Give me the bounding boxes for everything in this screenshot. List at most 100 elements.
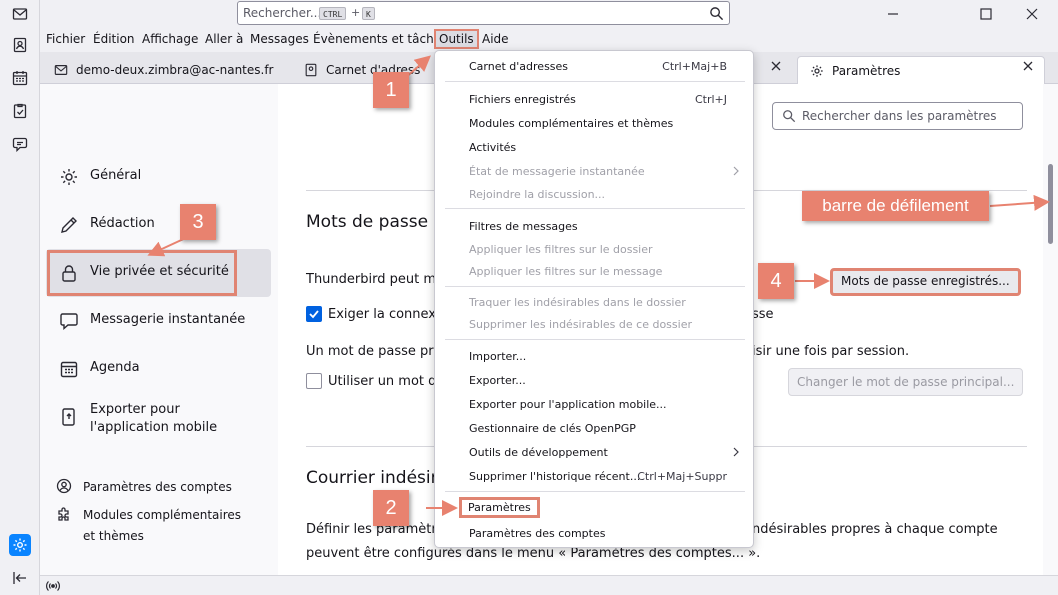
junk-description-2: peuvent être configurés dans le menu « P…: [306, 546, 761, 561]
kbd-ctrl: CTRL: [319, 7, 347, 20]
status-bar: [40, 575, 1058, 595]
calendar-icon[interactable]: [12, 70, 28, 86]
settings-search-input[interactable]: Rechercher dans les paramètres: [772, 102, 1023, 130]
sidebar-item-label: Modules complémentaires et thèmes: [83, 508, 242, 543]
kbd-k: K: [362, 7, 375, 20]
menu-item-import[interactable]: Importer...: [469, 350, 526, 363]
tab-settings-label: Paramètres: [832, 64, 901, 78]
global-search-input[interactable]: Rechercher... CTRL + K: [237, 1, 730, 25]
tab-mail-label: demo-deux.zimbra@ac-nantes.fr: [76, 63, 274, 77]
chat-icon[interactable]: [12, 136, 28, 152]
tab-settings[interactable]: Paramètres: [797, 56, 1045, 84]
menu-separator: [445, 208, 745, 209]
menu-separator: [445, 491, 745, 492]
menu-affichage[interactable]: Affichage: [140, 31, 200, 47]
menu-item-apply-filters-folder[interactable]: Appliquer les filtres sur le dossier: [469, 243, 653, 256]
menu-item-im-status[interactable]: État de messagerie instantanée: [469, 165, 645, 178]
scrollbar[interactable]: [1043, 84, 1058, 575]
passwords-heading: Mots de passe: [306, 212, 429, 232]
junk-heading: Courrier indésira: [306, 468, 449, 488]
menu-item-activities[interactable]: Activités: [469, 141, 516, 154]
menu-aide[interactable]: Aide: [480, 31, 511, 47]
sidebar-addons[interactable]: Modules complémentaires et thèmes: [56, 500, 271, 544]
sidebar-item-export-mobile[interactable]: Exporter pour l'application mobile: [46, 393, 271, 441]
step-badge-4: 4: [758, 263, 794, 299]
kbd-plus: +: [351, 6, 361, 19]
menu-item-devtools[interactable]: Outils de développement: [469, 446, 608, 459]
chevron-right-icon: [733, 166, 739, 176]
require-connection-checkbox[interactable]: [306, 306, 322, 322]
menu-outils[interactable]: Outils: [434, 29, 479, 49]
primary-password-description: Un mot de passe prin: [306, 344, 446, 359]
menu-item-address-book[interactable]: Carnet d'adresses: [469, 60, 568, 73]
menu-item-apply-filters-message[interactable]: Appliquer les filtres sur le message: [469, 265, 662, 278]
outils-menu: Carnet d'adresses Ctrl+Maj+B Fichiers en…: [434, 50, 754, 548]
menu-separator: [445, 339, 745, 340]
search-icon: [782, 109, 796, 123]
calendar-icon: [59, 359, 79, 379]
primary-password-description-end: isir une fois par session.: [752, 344, 910, 359]
menu-item-track-junk[interactable]: Traquer les indésirables dans le dossier: [469, 296, 686, 309]
menu-fichier[interactable]: Fichier: [44, 31, 87, 47]
address-book-icon: [304, 63, 318, 77]
step-badge-2: 2: [373, 490, 409, 526]
menu-shortcut: Ctrl+Maj+Suppr: [637, 470, 727, 483]
gear-icon: [59, 167, 79, 187]
account-icon: [56, 478, 72, 494]
menu-item-join-chat[interactable]: Rejoindre la discussion...: [469, 188, 605, 201]
sidebar-item-label: Exporter pour l'application mobile: [90, 402, 218, 435]
saved-passwords-button[interactable]: Mots de passe enregistrés...: [830, 268, 1021, 296]
menu-aller-a[interactable]: Aller à: [203, 31, 245, 47]
menu-item-clear-history[interactable]: Supprimer l'historique récent...: [469, 470, 640, 483]
menu-edition[interactable]: Édition: [91, 31, 137, 47]
settings-search-placeholder: Rechercher dans les paramètres: [802, 109, 997, 123]
menu-separator: [445, 81, 745, 82]
tab-mail[interactable]: demo-deux.zimbra@ac-nantes.fr: [42, 56, 282, 84]
close-tab-icon[interactable]: [1020, 58, 1036, 74]
close-window-icon[interactable]: [1022, 4, 1042, 24]
menu-item-message-filters[interactable]: Filtres de messages: [469, 220, 578, 233]
menu-separator: [445, 286, 745, 287]
sidebar-item-composition[interactable]: Rédaction: [46, 201, 271, 249]
menu-item-export-mobile[interactable]: Exporter pour l'application mobile...: [469, 398, 667, 411]
sidebar-item-label: Agenda: [90, 360, 140, 375]
menu-item-account-settings[interactable]: Paramètres des comptes: [469, 527, 605, 540]
menu-item-delete-junk[interactable]: Supprimer les indésirables de ce dossier: [469, 318, 692, 331]
tasks-icon[interactable]: [12, 103, 28, 119]
sidebar-item-calendar[interactable]: Agenda: [46, 345, 271, 393]
pencil-icon: [59, 215, 79, 235]
mail-icon[interactable]: [12, 6, 28, 22]
mail-icon: [54, 63, 68, 77]
menu-item-settings[interactable]: Paramètres: [459, 497, 540, 518]
menu-item-export[interactable]: Exporter...: [469, 374, 526, 387]
maximize-icon[interactable]: [976, 4, 996, 24]
sidebar-item-label: Général: [90, 168, 142, 183]
chevron-right-icon: [733, 447, 739, 457]
settings-space-gear-icon[interactable]: [9, 534, 31, 556]
menu-bar: Fichier Édition Affichage Aller à Messag…: [40, 28, 1058, 52]
menu-item-saved-files[interactable]: Fichiers enregistrés: [469, 93, 576, 106]
title-bar: Rechercher... CTRL + K: [40, 0, 1058, 28]
require-connection-label-end: sse: [752, 307, 774, 322]
online-status-icon[interactable]: [46, 579, 60, 593]
require-connection-label: Exiger la connexio: [328, 307, 448, 322]
menu-evenements[interactable]: Évènements et tâches: [311, 31, 449, 47]
change-primary-password-button[interactable]: Changer le mot de passe principal...: [788, 368, 1024, 396]
sidebar-item-general[interactable]: Général: [46, 153, 271, 201]
sidebar-item-chat[interactable]: Messagerie instantanée: [46, 297, 271, 345]
junk-description-end: ndésirables propres à chaque compte: [752, 522, 998, 537]
sidebar-item-label: Rédaction: [90, 216, 155, 231]
collapse-spaces-icon[interactable]: [12, 570, 28, 586]
menu-item-addons[interactable]: Modules complémentaires et thèmes: [469, 117, 673, 130]
gear-icon: [810, 64, 824, 78]
close-tab-icon[interactable]: [768, 58, 784, 74]
scrollbar-callout: barre de défilement: [802, 191, 989, 221]
menu-messages[interactable]: Messages: [248, 31, 311, 47]
search-icon[interactable]: [709, 6, 724, 21]
menu-item-openpgp[interactable]: Gestionnaire de clés OpenPGP: [469, 422, 636, 435]
address-book-icon[interactable]: [12, 37, 28, 53]
minimize-icon[interactable]: [883, 4, 903, 24]
use-primary-password-checkbox[interactable]: [306, 373, 322, 389]
sidebar-item-label: Paramètres des comptes: [83, 480, 232, 494]
scrollbar-thumb[interactable]: [1048, 164, 1053, 244]
